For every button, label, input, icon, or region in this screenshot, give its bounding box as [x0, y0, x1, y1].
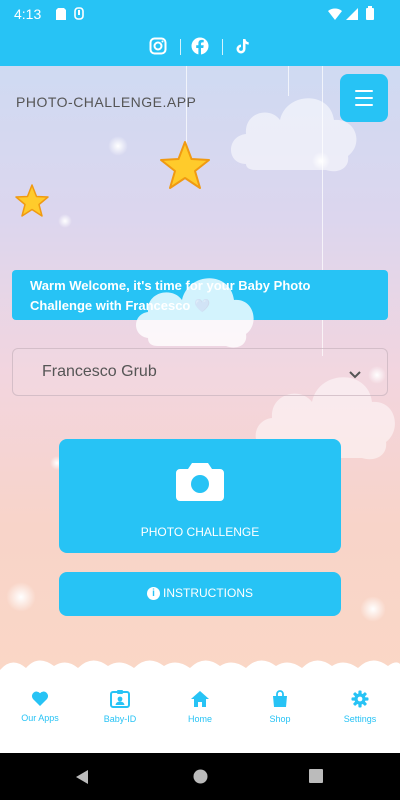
sd-card-icon — [56, 7, 66, 25]
main-content: PHOTO-CHALLENGE.APP Warm Welcome, it's t… — [0, 66, 400, 678]
bottom-nav: Our Apps Baby-ID Home Shop Settings — [0, 676, 400, 753]
child-select-value: Francesco Grub — [42, 363, 157, 380]
hamburger-icon-bar — [355, 97, 373, 99]
gear-icon — [351, 690, 369, 708]
nav-label: Baby-ID — [103, 714, 137, 724]
sparkle — [58, 214, 72, 228]
shopping-bag-icon — [273, 690, 287, 707]
nav-label: Shop — [269, 714, 291, 724]
nav-label: Settings — [343, 714, 377, 724]
battery-icon — [366, 6, 374, 25]
wifi-icon — [328, 7, 342, 25]
home-icon — [191, 691, 209, 707]
menu-button[interactable] — [340, 74, 388, 122]
recents-icon[interactable] — [309, 769, 323, 783]
instructions-label: INSTRUCTIONS — [163, 586, 253, 600]
cloud-border — [0, 660, 400, 678]
nav-label: Our Apps — [21, 713, 59, 723]
sparkle — [108, 136, 128, 156]
chevron-down-icon — [349, 366, 361, 384]
heart-icon — [31, 691, 49, 706]
back-icon[interactable] — [74, 769, 90, 785]
app-logo[interactable]: PHOTO-CHALLENGE.APP — [16, 94, 196, 110]
divider — [180, 39, 181, 55]
debug-icon — [74, 7, 84, 25]
sparkle — [360, 596, 386, 622]
nav-label: Home — [187, 714, 212, 724]
status-bar: 4:13 — [0, 0, 400, 28]
child-select[interactable]: Francesco Grub — [12, 348, 388, 396]
nav-baby-id[interactable]: Baby-ID — [80, 690, 160, 724]
status-time: 4:13 — [14, 6, 42, 22]
instagram-icon[interactable] — [149, 37, 169, 57]
hamburger-icon-bar — [355, 104, 373, 106]
cloud-decoration — [136, 278, 254, 348]
instructions-button[interactable]: i INSTRUCTIONS — [59, 572, 341, 616]
nav-our-apps[interactable]: Our Apps — [0, 690, 80, 723]
camera-icon — [176, 461, 224, 506]
facebook-icon[interactable] — [191, 37, 211, 57]
nav-home[interactable]: Home — [160, 690, 240, 724]
sparkle — [6, 582, 36, 612]
info-icon: i — [147, 587, 160, 601]
signal-icon — [346, 7, 358, 25]
home-circle-icon[interactable] — [193, 769, 208, 784]
star-decoration — [15, 184, 49, 217]
photo-challenge-button[interactable]: PHOTO CHALLENGE — [59, 439, 341, 553]
id-badge-icon — [110, 690, 130, 708]
system-nav-bar — [0, 753, 400, 800]
tiktok-icon[interactable] — [233, 37, 253, 57]
hamburger-icon — [355, 90, 373, 92]
nav-shop[interactable]: Shop — [240, 690, 320, 724]
star-decoration — [160, 141, 210, 189]
nav-settings[interactable]: Settings — [320, 690, 400, 724]
social-bar — [0, 28, 400, 66]
photo-challenge-label: PHOTO CHALLENGE — [140, 525, 260, 539]
divider — [222, 39, 223, 55]
